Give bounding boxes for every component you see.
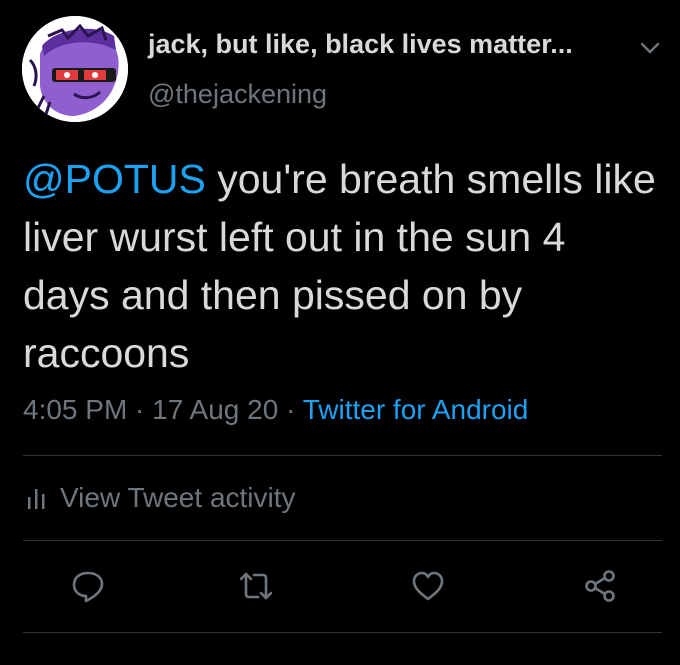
display-name[interactable]: jack, but like, black lives matter...: [148, 29, 573, 60]
tweet-meta: 4:05 PM · 17 Aug 20 · Twitter for Androi…: [23, 394, 528, 426]
tweet-time: 4:05 PM: [23, 394, 128, 425]
user-handle[interactable]: @thejackening: [148, 79, 327, 110]
share-icon: [585, 570, 615, 602]
share-button[interactable]: [580, 566, 620, 606]
meta-separator: ·: [278, 394, 303, 425]
meta-separator: ·: [127, 394, 153, 425]
tweet-text: @POTUS you're breath smells like liver w…: [23, 150, 663, 382]
retweet-button[interactable]: [236, 566, 276, 606]
like-button[interactable]: [408, 566, 448, 606]
activity-label: View Tweet activity: [60, 482, 296, 513]
reply-button[interactable]: [68, 566, 108, 606]
mention-link[interactable]: @POTUS: [23, 156, 206, 202]
view-tweet-activity-button[interactable]: View Tweet activity: [26, 482, 296, 514]
retweet-icon: [239, 572, 273, 600]
divider: [23, 455, 662, 456]
avatar[interactable]: [22, 16, 128, 122]
divider: [23, 540, 662, 541]
like-icon: [412, 571, 444, 601]
divider: [23, 632, 662, 633]
tweet-date: 17 Aug 20: [152, 394, 279, 425]
tweet-source-link[interactable]: Twitter for Android: [303, 394, 529, 425]
reply-icon: [72, 571, 104, 603]
analytics-icon: [28, 489, 45, 509]
chevron-down-icon[interactable]: [636, 34, 664, 62]
